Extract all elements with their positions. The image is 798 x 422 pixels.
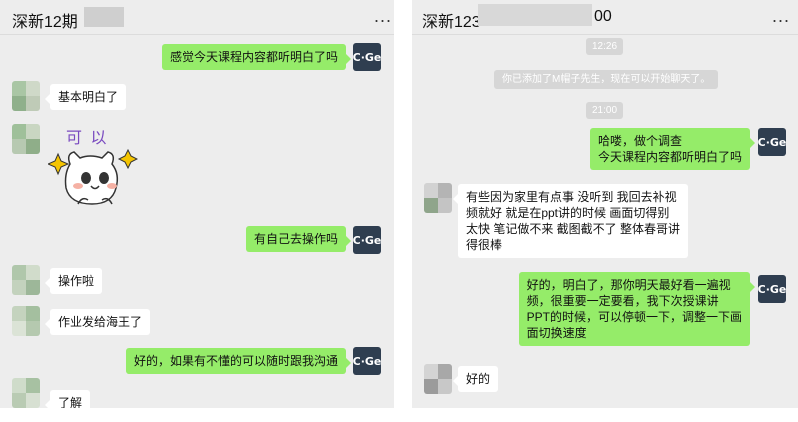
system-notice: 你已添加了M帽子先生，现在可以开始聊天了。 xyxy=(494,70,719,89)
contact-avatar[interactable] xyxy=(424,364,452,394)
message-bubble-incoming[interactable]: 有些因为家里有点事 没听到 我回去补视 频就好 就是在ppt讲的时候 画面切得别… xyxy=(452,184,689,258)
my-avatar[interactable]: C·Ge xyxy=(758,275,786,303)
message-bubble-outgoing[interactable]: 好的，明白了，那你明天最好看一遍视 频，很重要一定要看，我下次授课讲 PPT的时… xyxy=(518,272,756,346)
more-options-icon[interactable]: ... xyxy=(772,7,790,25)
my-avatar[interactable]: C·Ge xyxy=(758,128,786,156)
contact-avatar[interactable] xyxy=(12,306,40,336)
timestamp: 12:26 xyxy=(586,38,624,55)
header-divider xyxy=(0,34,394,35)
title-redaction xyxy=(478,4,592,26)
contact-avatar[interactable] xyxy=(12,81,40,111)
contact-avatar[interactable] xyxy=(424,183,452,213)
chat-header: 深新123 00 ... xyxy=(412,0,798,34)
timestamp: 21:00 xyxy=(586,102,624,119)
contact-avatar[interactable] xyxy=(12,265,40,295)
my-avatar[interactable]: C·Ge xyxy=(353,226,381,254)
contact-avatar[interactable] xyxy=(12,124,40,154)
message-bubble-incoming[interactable]: 基本明白了 xyxy=(44,84,127,110)
contact-avatar[interactable] xyxy=(12,378,40,408)
right-chat-panel: 深新123 00 ... 12:26 你已添加了M帽子先生，现在可以开始聊天了。… xyxy=(412,0,798,408)
left-chat-panel: 深新12期 ... 感觉今天课程内容都听明白了吗 C·Ge 基本明白了 可 以 … xyxy=(0,0,394,408)
chat-title: 深新123 xyxy=(422,14,481,31)
message-bubble-incoming[interactable]: 好的 xyxy=(452,366,499,392)
more-options-icon[interactable]: ... xyxy=(374,7,392,25)
message-bubble-outgoing[interactable]: 有自己去操作吗 xyxy=(245,226,352,252)
header-divider xyxy=(412,34,798,35)
chat-title: 深新12期 xyxy=(12,14,78,31)
chat-header: 深新12期 ... xyxy=(0,0,394,34)
message-bubble-outgoing[interactable]: 哈喽，做个调查 今天课程内容都听明白了吗 xyxy=(589,128,756,170)
sticker-caption: 可 以 xyxy=(66,130,109,147)
message-bubble-incoming[interactable]: 操作啦 xyxy=(44,268,103,294)
cat-sticker[interactable]: 可 以 xyxy=(46,122,139,212)
my-avatar[interactable]: C·Ge xyxy=(353,347,381,375)
message-bubble-outgoing[interactable]: 好的，如果有不懂的可以随时跟我沟通 xyxy=(125,348,352,374)
title-redaction xyxy=(84,7,124,27)
message-bubble-incoming[interactable]: 作业发给海王了 xyxy=(44,309,151,335)
message-bubble-outgoing[interactable]: 感觉今天课程内容都听明白了吗 xyxy=(161,44,352,70)
message-bubble-incoming[interactable]: 了解 xyxy=(44,390,91,408)
chat-title-suffix: 00 xyxy=(594,8,612,25)
my-avatar[interactable]: C·Ge xyxy=(353,43,381,71)
